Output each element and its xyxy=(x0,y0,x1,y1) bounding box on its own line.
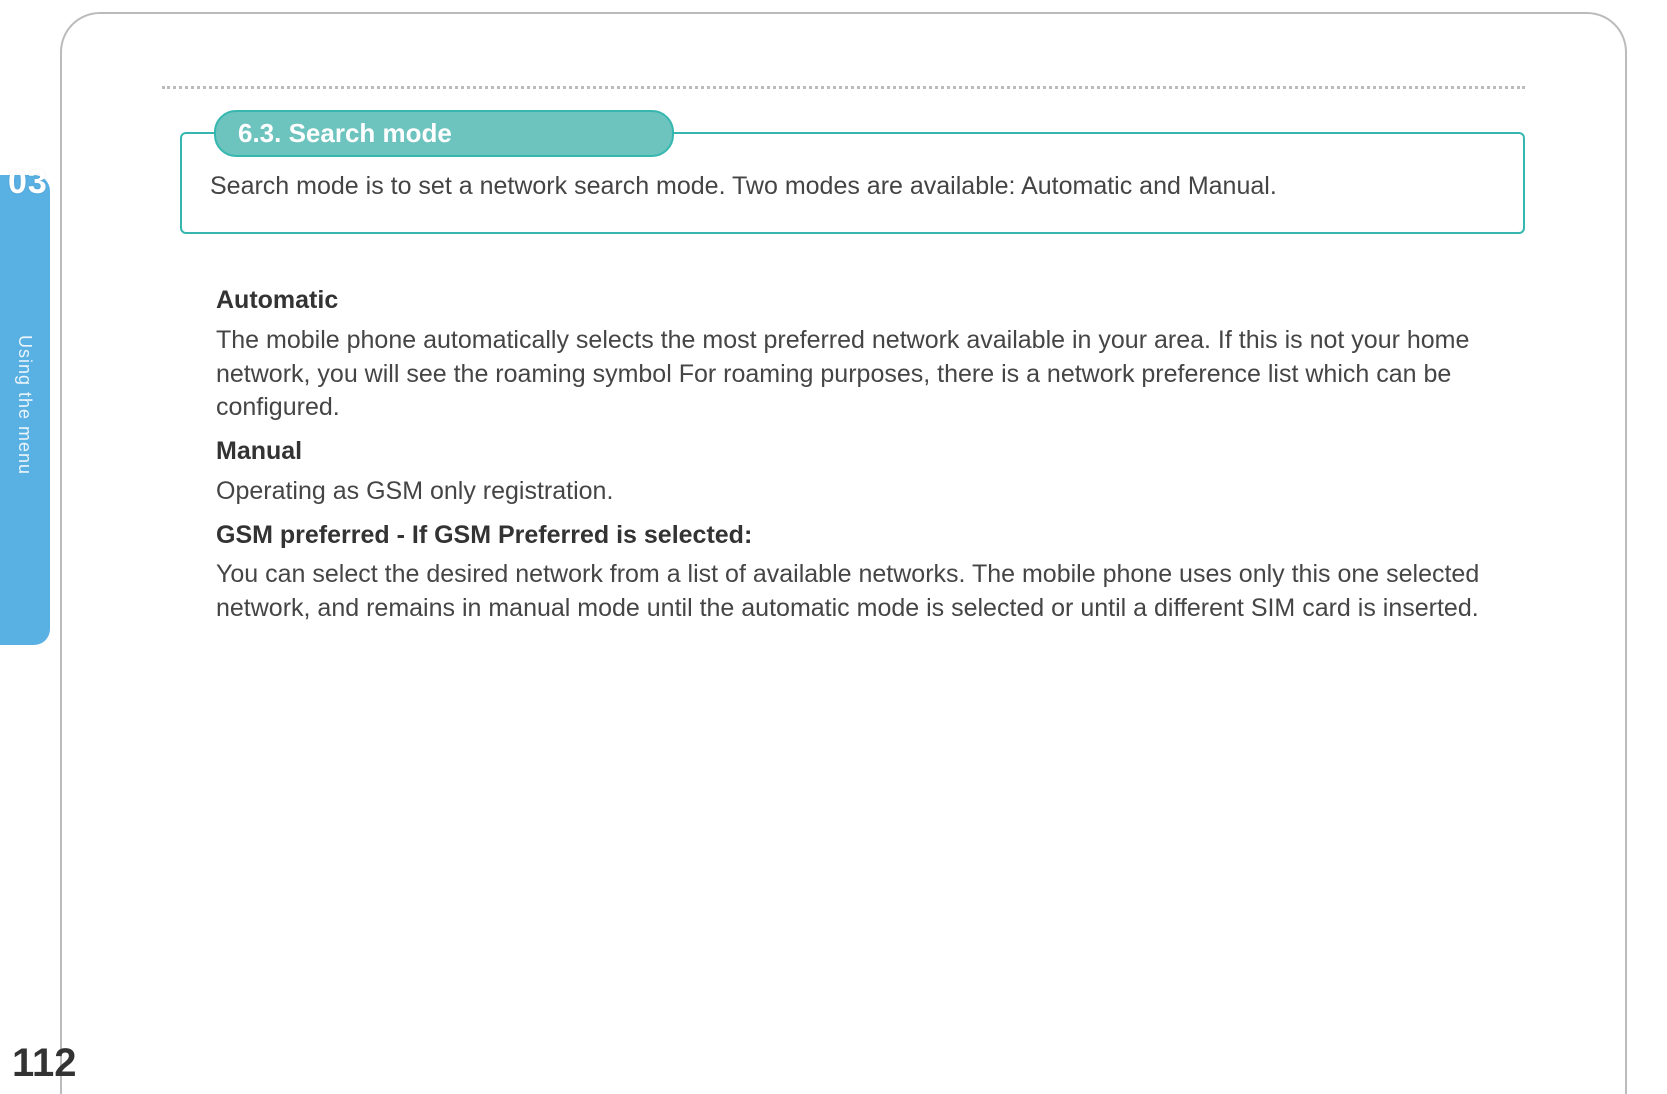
section-description: Search mode is to set a network search m… xyxy=(210,170,1495,204)
dotted-divider xyxy=(162,86,1525,89)
section-callout: 6.3. Search mode Search mode is to set a… xyxy=(180,132,1525,234)
section-heading-pill: 6.3. Search mode xyxy=(214,110,674,157)
heading-manual: Manual xyxy=(216,435,1505,469)
paragraph-gsm-preferred: You can select the desired network from … xyxy=(216,558,1505,626)
heading-gsm-preferred: GSM preferred - If GSM Preferred is sele… xyxy=(216,519,1505,553)
body-copy: Automatic The mobile phone automatically… xyxy=(216,276,1505,636)
chapter-side-tab: 03 Using the menu xyxy=(0,175,50,645)
chapter-number: 03 xyxy=(8,163,48,202)
page-number: 112 xyxy=(12,1041,77,1086)
paragraph-manual: Operating as GSM only registration. xyxy=(216,475,1505,509)
chapter-tab-label: Using the menu xyxy=(14,335,35,475)
paragraph-automatic: The mobile phone automatically selects t… xyxy=(216,324,1505,425)
heading-automatic: Automatic xyxy=(216,284,1505,318)
page-frame: 6.3. Search mode Search mode is to set a… xyxy=(60,12,1627,1094)
